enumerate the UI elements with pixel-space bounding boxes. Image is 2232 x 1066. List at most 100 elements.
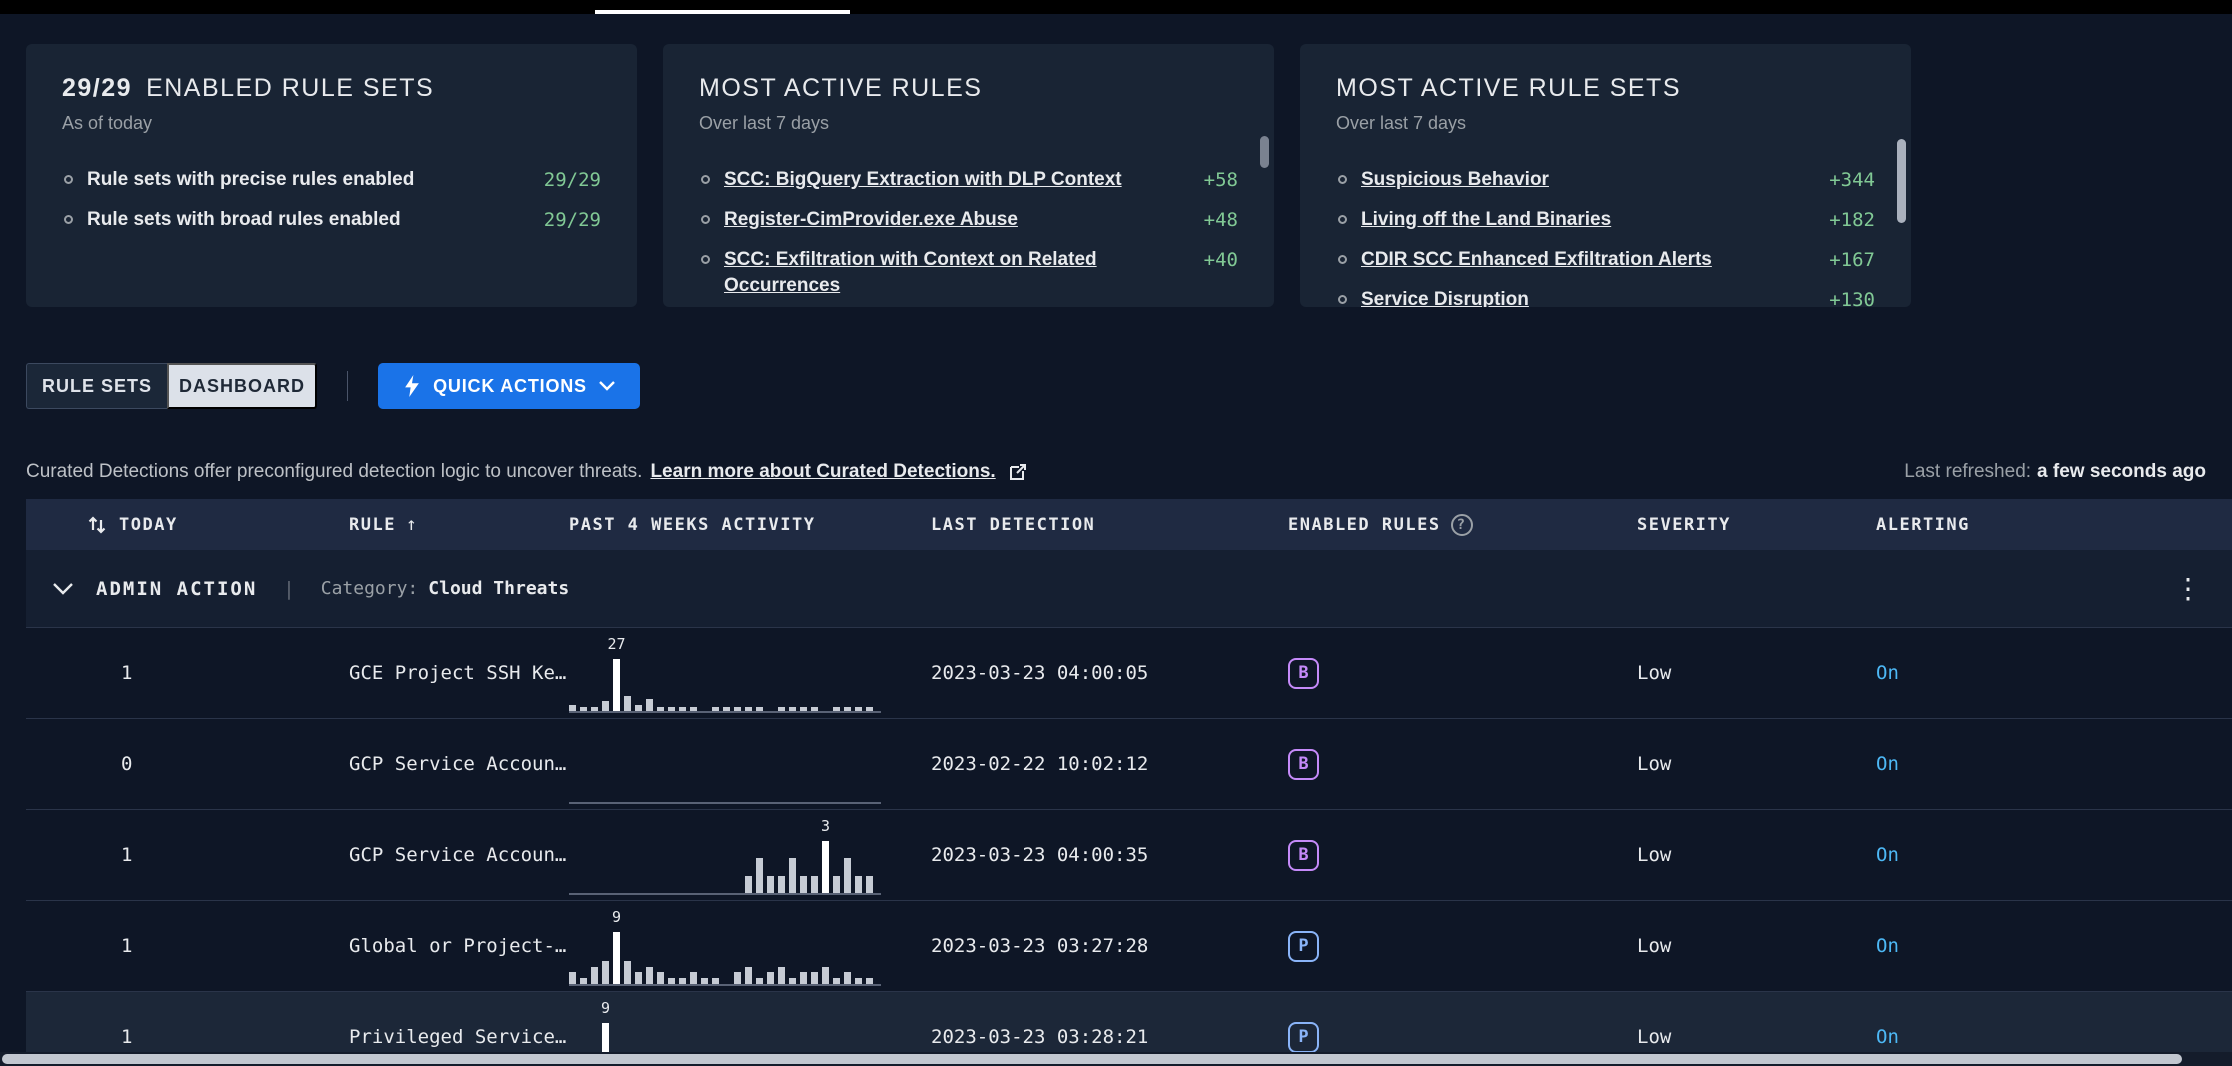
today-count: 0	[26, 753, 349, 775]
rule-link[interactable]: SCC: Exfiltration with Context on Relate…	[724, 247, 1184, 299]
item-value: +130	[1809, 287, 1875, 307]
enabled-rule-badge[interactable]: B	[1288, 658, 1319, 689]
card-list: Suspicious Behavior +344 Living off the …	[1336, 160, 1875, 307]
dashboard-tab-button[interactable]: DASHBOARD	[167, 363, 317, 409]
list-item: Living off the Land Binaries +182	[1336, 200, 1875, 240]
today-count: 1	[26, 935, 349, 957]
view-toolbar: RULE SETS DASHBOARD QUICK ACTIONS	[26, 363, 2232, 409]
list-item: Service Disruption +130	[1336, 280, 1875, 307]
item-label: Rule sets with broad rules enabled	[87, 207, 401, 233]
sort-asc-icon[interactable]: ↑	[406, 514, 418, 535]
header-rule[interactable]: RULE	[349, 515, 396, 535]
most-active-rule-sets-card: MOST ACTIVE RULE SETS Over last 7 days S…	[1300, 44, 1911, 307]
rule-set-link[interactable]: Service Disruption	[1361, 287, 1529, 307]
bullet-icon	[701, 215, 710, 224]
activity-sparkline	[569, 748, 881, 804]
rule-set-link[interactable]: Living off the Land Binaries	[1361, 207, 1611, 233]
table-row[interactable]: 0 GCP Service Accoun… 2023-02-22 10:02:1…	[26, 719, 2232, 810]
item-value: +167	[1809, 247, 1875, 273]
card-title-text: MOST ACTIVE RULE SETS	[1336, 74, 1681, 103]
enabled-rule-badge[interactable]: P	[1288, 1022, 1319, 1053]
rule-link[interactable]: Register-CimProvider.exe Abuse	[724, 207, 1018, 233]
list-item: Rule sets with broad rules enabled 29/29	[62, 200, 601, 240]
card-subtitle: Over last 7 days	[1336, 113, 1875, 134]
activity-sparkline: 27	[569, 657, 881, 713]
kebab-menu-icon[interactable]: ⋮	[2166, 571, 2210, 607]
quick-actions-button[interactable]: QUICK ACTIONS	[378, 363, 640, 409]
list-item: Rule sets with precise rules enabled 29/…	[62, 160, 601, 200]
alerting-status[interactable]: On	[1876, 753, 2232, 775]
table-row[interactable]: 1 GCE Project SSH Ke… 27 2023-03-23 04:0…	[26, 628, 2232, 719]
rule-set-link[interactable]: CDIR SCC Enhanced Exfiltration Alerts	[1361, 247, 1712, 273]
top-tab-bar	[0, 0, 2232, 14]
card-scrollbar[interactable]	[1897, 139, 1906, 223]
group-category-label: Category:	[321, 578, 419, 599]
rule-name[interactable]: Global or Project-…	[349, 935, 569, 957]
bullet-icon	[1338, 295, 1347, 304]
rule-name[interactable]: GCE Project SSH Ke…	[349, 662, 569, 684]
rule-name[interactable]: GCP Service Accoun…	[349, 753, 569, 775]
last-detection: 2023-03-23 03:27:28	[931, 935, 1288, 957]
sort-rows-icon[interactable]	[85, 513, 109, 537]
last-detection: 2023-02-22 10:02:12	[931, 753, 1288, 775]
last-refreshed-value: a few seconds ago	[2037, 461, 2206, 482]
chevron-down-icon[interactable]	[52, 582, 74, 596]
alerting-status[interactable]: On	[1876, 662, 2232, 684]
header-alerting[interactable]: ALERTING	[1876, 515, 1970, 535]
card-subtitle: As of today	[62, 113, 601, 134]
table-row[interactable]: 1 GCP Service Accoun… 3 2023-03-23 04:00…	[26, 810, 2232, 901]
item-value: 29/29	[524, 207, 601, 233]
rule-name[interactable]: Privileged Service…	[349, 1026, 569, 1048]
active-tab-indicator	[595, 10, 850, 14]
most-active-rules-card: MOST ACTIVE RULES Over last 7 days SCC: …	[663, 44, 1274, 307]
item-value: +48	[1184, 207, 1238, 233]
bullet-icon	[701, 175, 710, 184]
list-item: Register-CimProvider.exe Abuse +48	[699, 200, 1238, 240]
enabled-rule-sets-count: 29/29	[62, 74, 132, 103]
summary-cards: 29/29 ENABLED RULE SETS As of today Rule…	[0, 14, 2232, 307]
severity: Low	[1637, 662, 1876, 684]
enabled-rule-sets-card: 29/29 ENABLED RULE SETS As of today Rule…	[26, 44, 637, 307]
help-icon[interactable]: ?	[1451, 514, 1473, 536]
group-row-admin-action[interactable]: ADMIN ACTION | Category: Cloud Threats ⋮	[26, 550, 2232, 628]
card-title-text: ENABLED RULE SETS	[146, 74, 434, 103]
last-detection: 2023-03-23 03:28:21	[931, 1026, 1288, 1048]
enabled-rule-badge[interactable]: P	[1288, 931, 1319, 962]
item-label: Rule sets with precise rules enabled	[87, 167, 414, 193]
last-detection: 2023-03-23 04:00:35	[931, 844, 1288, 866]
rule-set-link[interactable]: Suspicious Behavior	[1361, 167, 1549, 193]
card-title: 29/29 ENABLED RULE SETS	[62, 74, 601, 103]
last-refreshed-label: Last refreshed:	[1904, 461, 2031, 482]
description: Curated Detections offer preconfigured d…	[26, 461, 1028, 483]
table-row[interactable]: 1 Global or Project-… 9 2023-03-23 03:27…	[26, 901, 2232, 992]
enabled-rule-badge[interactable]: B	[1288, 840, 1319, 871]
rule-name[interactable]: GCP Service Accoun…	[349, 844, 569, 866]
rule-sets-tab-button[interactable]: RULE SETS	[26, 363, 167, 409]
list-item: SCC: Exfiltration with Context on Relate…	[699, 240, 1238, 306]
alerting-status[interactable]: On	[1876, 844, 2232, 866]
table-header: TODAY RULE ↑ PAST 4 WEEKS ACTIVITY LAST …	[26, 499, 2232, 550]
group-divider: |	[283, 578, 294, 600]
horizontal-scrollbar-thumb[interactable]	[2, 1054, 2182, 1064]
bullet-icon	[1338, 255, 1347, 264]
card-title-text: MOST ACTIVE RULES	[699, 74, 982, 103]
severity: Low	[1637, 1026, 1876, 1048]
card-scrollbar[interactable]	[1260, 136, 1269, 168]
header-enabled-rules[interactable]: ENABLED RULES	[1288, 515, 1441, 535]
external-link-icon[interactable]	[1008, 462, 1028, 482]
rule-link[interactable]: SCC: BigQuery Extraction with DLP Contex…	[724, 167, 1122, 193]
list-item: GCP Billing Disabled +40	[699, 306, 1238, 307]
enabled-rule-badge[interactable]: B	[1288, 749, 1319, 780]
header-activity[interactable]: PAST 4 WEEKS ACTIVITY	[569, 515, 815, 535]
horizontal-scrollbar-track	[0, 1052, 2232, 1066]
description-text: Curated Detections offer preconfigured d…	[26, 461, 642, 483]
header-severity[interactable]: SEVERITY	[1637, 515, 1731, 535]
severity: Low	[1637, 935, 1876, 957]
header-today[interactable]: TODAY	[119, 515, 178, 535]
alerting-status[interactable]: On	[1876, 1026, 2232, 1048]
bullet-icon	[64, 215, 73, 224]
header-last-detection[interactable]: LAST DETECTION	[931, 515, 1095, 535]
learn-more-link[interactable]: Learn more about Curated Detections.	[650, 461, 995, 483]
item-value: 29/29	[524, 167, 601, 193]
alerting-status[interactable]: On	[1876, 935, 2232, 957]
